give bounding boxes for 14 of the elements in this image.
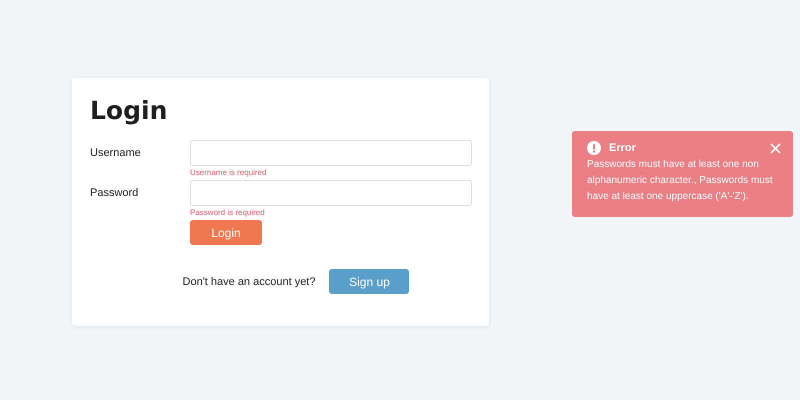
field-label: Password: [90, 186, 140, 201]
toast-title: Error: [609, 142, 637, 154]
error-text: Username is required: [190, 167, 268, 179]
signup-button[interactable]: Sign up: [329, 269, 410, 294]
signup-prompt: Don't have an account yet?: [182, 276, 316, 288]
login-title: Login: [90, 96, 168, 126]
login-button[interactable]: Login: [190, 220, 262, 245]
input-field[interactable]: [190, 140, 472, 166]
alert-icon: [587, 141, 601, 155]
error-text: Password is required: [190, 207, 266, 219]
close-icon[interactable]: [770, 142, 781, 154]
toast-message: Passwords must have at least one non alphanumeric character., Passwords must have at least one uppercase ('A'-'Z').: [587, 158, 774, 204]
input-field[interactable]: [190, 180, 472, 206]
field-label: Username: [90, 146, 142, 161]
